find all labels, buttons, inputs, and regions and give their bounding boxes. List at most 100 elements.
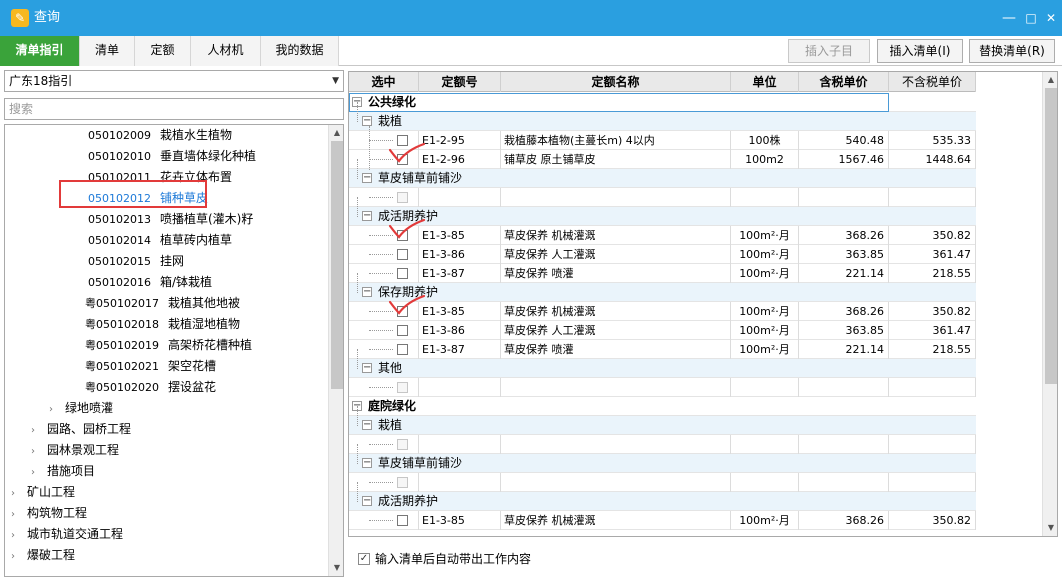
tree-folder[interactable]: › 矿山工程 [11,482,75,503]
chevron-right-icon[interactable]: › [11,546,23,567]
auto-content-checkbox[interactable]: ✓ [358,553,370,565]
table-row[interactable]: E1-3-85 草皮保养 机械灌溉 100m²·月 368.26 350.82 [349,226,976,245]
tree-item[interactable]: 050102013 喷播植草(灌木)籽 [88,209,253,230]
tree-line [369,126,370,170]
grid-scrollbar[interactable]: ▲ ▼ [1042,72,1057,536]
group-row[interactable]: − 栽植 [349,112,976,131]
minimize-button[interactable]: — [1000,9,1018,27]
maximize-button[interactable]: □ [1022,9,1040,27]
close-button[interactable]: ✕ [1042,9,1060,27]
table-row[interactable]: E1-3-85 草皮保养 机械灌溉 100m²·月 368.26 350.82 [349,511,976,530]
tab-my-data[interactable]: 我的数据 [261,36,339,66]
table-row[interactable]: E1-3-87 草皮保养 喷灌 100m²·月 221.14 218.55 [349,264,976,283]
guide-selector[interactable]: 广东18指引 ▼ [4,70,344,92]
table-row[interactable] [349,473,976,492]
chevron-right-icon[interactable]: › [49,399,61,420]
collapse-icon[interactable]: − [362,211,372,221]
table-row[interactable]: E1-3-86 草皮保养 人工灌溉 100m²·月 363.85 361.47 [349,245,976,264]
collapse-icon[interactable]: − [362,173,372,183]
tree-item[interactable]: 粤050102018 栽植湿地植物 [85,314,240,335]
group-row[interactable]: − 草皮铺草前铺沙 [349,169,976,188]
tree-folder[interactable]: › 园林景观工程 [31,440,119,461]
tab-quota[interactable]: 定额 [135,36,191,66]
group-row[interactable]: − 其他 [349,359,976,378]
tree-folder[interactable]: › 构筑物工程 [11,503,87,524]
row-checkbox[interactable] [397,439,408,450]
tree-item[interactable]: 050102015 挂网 [88,251,184,272]
col-price-without-tax[interactable]: 不含税单价 [889,72,976,92]
group-row[interactable]: − 成活期养护 [349,492,976,511]
row-checkbox[interactable] [397,268,408,279]
tab-list[interactable]: 清单 [80,36,135,66]
chevron-right-icon[interactable]: › [11,504,23,525]
tree-item[interactable]: 050102016 箱/钵栽植 [88,272,212,293]
col-quota-code[interactable]: 定额号 [419,72,501,92]
tree-item[interactable]: 050102014 植草砖内植草 [88,230,232,251]
insert-list-button[interactable]: 插入清单(I) [877,39,963,63]
chevron-right-icon[interactable]: › [31,441,43,462]
section-row[interactable]: − 庭院绿化 [349,397,976,416]
table-row[interactable]: E1-3-86 草皮保养 人工灌溉 100m²·月 363.85 361.47 [349,321,976,340]
chevron-right-icon[interactable]: › [11,525,23,546]
tab-list-guide[interactable]: 清单指引 [0,36,80,66]
tree-folder-label: 城市轨道交通工程 [27,527,124,541]
tree-item[interactable]: 050102010 垂直墙体绿化种植 [88,146,256,167]
tab-labor-material-machine[interactable]: 人材机 [191,36,261,66]
tree-item[interactable]: 粤050102017 栽植其他地被 [85,293,240,314]
scroll-up-icon[interactable]: ▲ [1043,72,1057,88]
quota-code: E1-3-86 [419,321,501,340]
row-checkbox[interactable] [397,249,408,260]
table-row[interactable] [349,188,976,207]
row-checkbox[interactable] [397,325,408,336]
tree-item[interactable]: 粤050102021 架空花槽 [85,356,216,377]
insert-child-button[interactable]: 插入子目 [788,39,870,63]
chevron-right-icon[interactable]: › [31,420,43,441]
tree-item[interactable]: 050102009 栽植水生植物 [88,125,232,146]
scroll-up-icon[interactable]: ▲ [329,125,343,141]
table-row[interactable] [349,435,976,454]
group-row[interactable]: − 成活期养护 [349,207,976,226]
collapse-icon[interactable]: − [362,420,372,430]
collapse-icon[interactable]: − [362,287,372,297]
section-row[interactable]: − 公共绿化 [349,93,976,112]
col-quota-name[interactable]: 定额名称 [501,72,731,92]
tree-scrollbar[interactable]: ▲ ▼ [328,125,343,576]
tree-item[interactable]: 粤050102020 摆设盆花 [85,377,216,398]
collapse-icon[interactable]: − [362,116,372,126]
chevron-right-icon[interactable]: › [11,483,23,504]
col-price-with-tax[interactable]: 含税单价 [799,72,889,92]
table-cell [889,378,976,397]
table-row[interactable]: E1-2-95 栽植藤本植物(主蔓长m) 4以内 100株 540.48 535.33 [349,131,976,150]
scroll-down-icon[interactable]: ▼ [1043,520,1057,536]
grid-scroll-thumb[interactable] [1045,88,1057,384]
collapse-icon[interactable]: − [362,496,372,506]
table-row[interactable]: E1-3-85 草皮保养 机械灌溉 100m²·月 368.26 350.82 [349,302,976,321]
col-selected[interactable]: 选中 [349,72,419,92]
group-row[interactable]: − 栽植 [349,416,976,435]
row-checkbox[interactable] [397,515,408,526]
group-row[interactable]: − 草皮铺草前铺沙 [349,454,976,473]
group-row[interactable]: − 保存期养护 [349,283,976,302]
collapse-icon[interactable]: − [362,363,372,373]
collapse-icon[interactable]: − [362,458,372,468]
tree-folder[interactable]: › 措施项目 [31,461,95,482]
tree-item[interactable]: 粤050102019 高架桥花槽种植 [85,335,252,356]
row-checkbox[interactable] [397,477,408,488]
tree-folder[interactable]: › 园路、园桥工程 [31,419,131,440]
tree-folder[interactable]: › 城市轨道交通工程 [11,524,123,545]
row-checkbox[interactable] [397,192,408,203]
scroll-down-icon[interactable]: ▼ [329,560,343,576]
col-unit[interactable]: 单位 [731,72,799,92]
tree-folder[interactable]: › 爆破工程 [11,545,75,566]
search-input[interactable]: 搜索 [4,98,344,120]
row-checkbox[interactable] [397,344,408,355]
table-row[interactable]: E1-3-87 草皮保养 喷灌 100m²·月 221.14 218.55 [349,340,976,359]
chevron-down-icon[interactable]: ▼ [332,71,339,91]
chevron-right-icon[interactable]: › [31,462,43,483]
replace-list-button[interactable]: 替换清单(R) [969,39,1055,63]
tree-folder[interactable]: › 绿地喷灌 [49,398,113,419]
table-row[interactable]: E1-2-96 铺草皮 原土铺草皮 100m2 1567.46 1448.64 [349,150,976,169]
tree-scroll-thumb[interactable] [331,141,343,389]
table-row[interactable] [349,378,976,397]
row-checkbox[interactable] [397,382,408,393]
